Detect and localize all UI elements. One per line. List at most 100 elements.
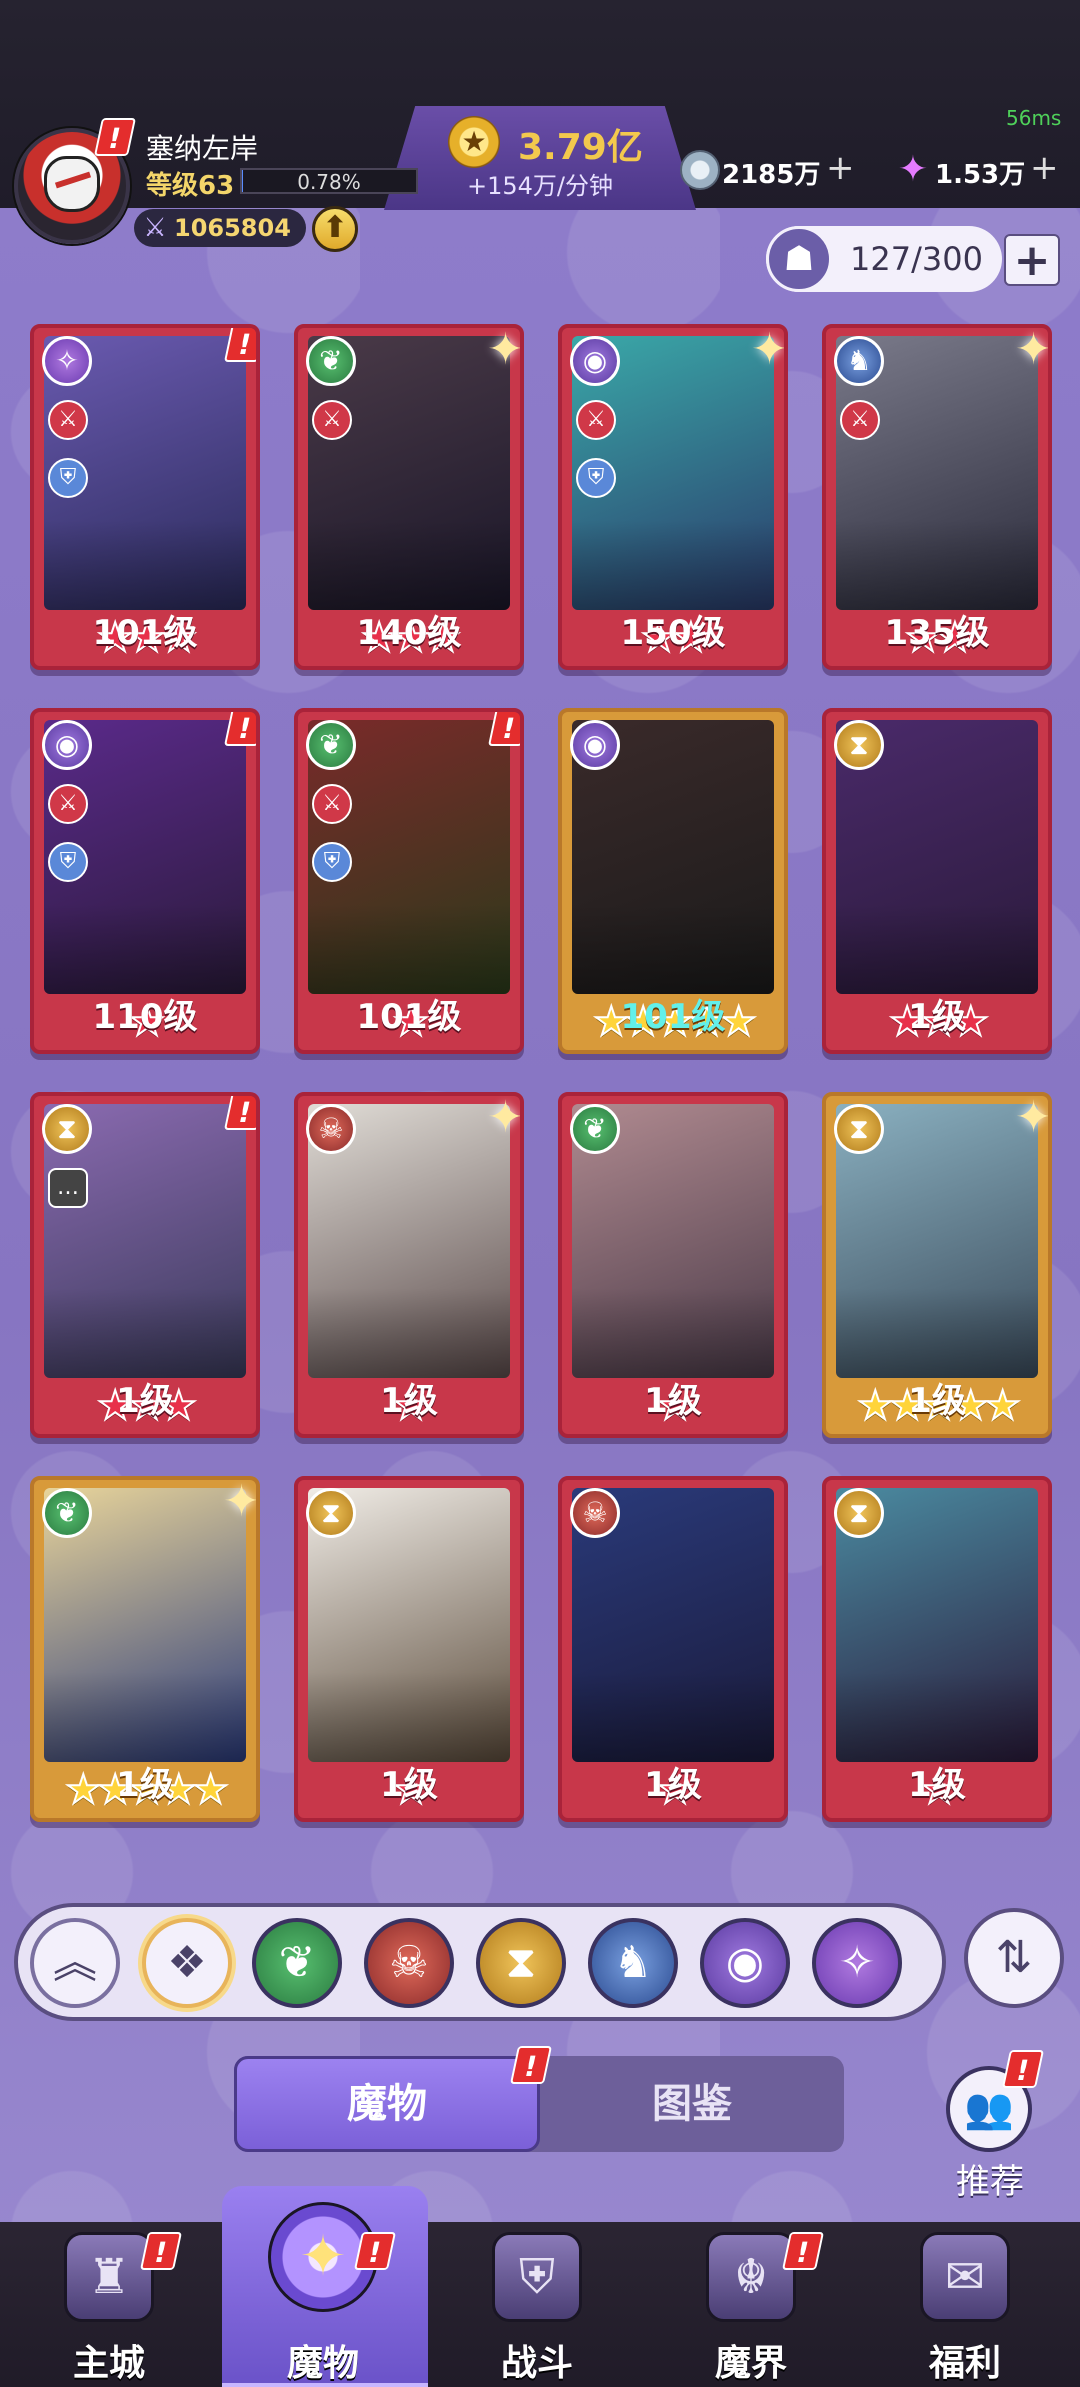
monster-card[interactable]: ◉ ⚔ ⛨ ★★ 150级 ✦ xyxy=(558,324,788,670)
attack-badge-icon: ⚔ xyxy=(576,400,616,440)
demon-element-icon: ☠ xyxy=(306,1104,356,1154)
card-alert-icon: ! xyxy=(223,328,256,362)
monster-card[interactable]: ◉ ⚔ ⛨ ★ 110级! xyxy=(30,708,260,1054)
nav-label: 战斗 xyxy=(500,2343,573,2384)
crystal-value: 2185万 xyxy=(722,160,821,190)
monster-level: 1级 xyxy=(908,997,966,1037)
card-alert-icon: ! xyxy=(223,712,256,746)
power-up-button[interactable]: ⬆ xyxy=(312,206,358,252)
collapse-button[interactable]: ︽ xyxy=(30,1918,120,2008)
gold-rate: +154万/分钟 xyxy=(466,172,613,200)
crystal-add-button[interactable]: + xyxy=(826,151,855,185)
attack-badge-icon: ⚔ xyxy=(312,400,352,440)
monster-card[interactable]: ☠ ★ 1级 ✦ xyxy=(294,1092,524,1438)
demon-element-icon[interactable]: ☠ xyxy=(364,1918,454,2008)
tab-codex[interactable]: 图鉴 xyxy=(540,2056,844,2152)
nav-item[interactable]: ☬ 魔界! xyxy=(656,2222,846,2387)
monster-card[interactable]: ❦ ⚔ ⛨ ★ 101级! xyxy=(294,708,524,1054)
defense-badge-icon: ⛨ xyxy=(312,842,352,882)
leaf-element-icon: ❦ xyxy=(306,336,356,386)
monster-card[interactable]: ⧗… ★★★ 1级! xyxy=(30,1092,260,1438)
monster-card[interactable]: ❦ ★★★★★ 1级 ✦ xyxy=(30,1476,260,1822)
leaf-element-icon: ❦ xyxy=(570,1104,620,1154)
arrow-up-icon: ⬆ xyxy=(322,210,348,245)
player-level: 等级63 xyxy=(146,171,235,201)
nav-label: 福利 xyxy=(928,2343,1001,2384)
nav-label: 魔界 xyxy=(714,2343,787,2384)
monster-card[interactable]: ⧗ ★★★ 1级 xyxy=(822,708,1052,1054)
capacity-add-button[interactable]: + xyxy=(1004,234,1060,286)
sparkle-icon: ✦ xyxy=(223,1476,260,1527)
sand-element-icon[interactable]: ⧗ xyxy=(476,1918,566,2008)
gem-add-button[interactable]: + xyxy=(1030,151,1059,185)
defense-badge-icon: ⛨ xyxy=(48,842,88,882)
monster-card[interactable]: ❦ ⚔ ★★★ 140级 ✦ xyxy=(294,324,524,670)
monster-card[interactable]: ⧗ ★★★★★ 1级 ✦ xyxy=(822,1092,1052,1438)
monster-level: 1级 xyxy=(644,1765,702,1805)
defense-badge-icon: ⛨ xyxy=(48,458,88,498)
monster-level: 150级 xyxy=(620,613,726,653)
monster-card[interactable]: ✧ ⚔ ⛨ ★★★ 101级! xyxy=(30,324,260,670)
sparkle-icon: ✦ xyxy=(1015,1092,1052,1143)
monster-level: 110级 xyxy=(92,997,198,1037)
eye-element-icon: ◉ xyxy=(570,720,620,770)
gem-icon: ✦ xyxy=(897,149,929,190)
monster-card[interactable]: ⧗ ★ 1级 xyxy=(294,1476,524,1822)
filter-all-button[interactable]: ❖ xyxy=(142,1918,232,2008)
nav-item[interactable]: ✦ 魔物! xyxy=(228,2202,418,2387)
monster-level: 1级 xyxy=(644,1381,702,1421)
leaf-element-icon[interactable]: ❦ xyxy=(252,1918,342,2008)
demon-element-icon: ☠ xyxy=(570,1488,620,1538)
eye-element-icon: ◉ xyxy=(570,336,620,386)
gold-value: 3.79亿 xyxy=(518,127,643,168)
monster-card[interactable]: ❦ ★ 1级 xyxy=(558,1092,788,1438)
monster-level: 101级 xyxy=(620,997,726,1037)
power-value: 1065804 xyxy=(174,214,291,242)
nav-alert-icon: ! xyxy=(139,2232,183,2270)
nav-alert-icon: ! xyxy=(353,2232,397,2270)
attack-badge-icon: ⚔ xyxy=(48,400,88,440)
monster-level: 1级 xyxy=(908,1381,966,1421)
dragon-element-icon[interactable]: ♞ xyxy=(588,1918,678,2008)
monster-level: 1级 xyxy=(116,1765,174,1805)
exp-bar: 0.78% xyxy=(240,168,418,194)
leaf-element-icon: ❦ xyxy=(42,1488,92,1538)
monster-card[interactable]: ♞ ⚔ ★★ 135级 ✦ xyxy=(822,324,1052,670)
nav-item[interactable]: ✉ 福利 xyxy=(870,2222,1060,2387)
nav-item[interactable]: ♜ 主城! xyxy=(14,2222,204,2387)
recommend-label: 推荐 xyxy=(956,2162,1024,2202)
all-diamond-icon: ❖ xyxy=(167,1937,207,1988)
chevron-double-up-icon: ︽ xyxy=(53,1937,97,1988)
monster-level: 1级 xyxy=(380,1765,438,1805)
monster-card[interactable]: ◉ ★★★★★ 101级 xyxy=(558,708,788,1054)
monster-card[interactable]: ☠ ★ 1级 xyxy=(558,1476,788,1822)
monster-level: 135级 xyxy=(884,613,990,653)
tab-monster[interactable]: 魔物 xyxy=(234,2056,540,2152)
sand-element-icon: ⧗ xyxy=(834,1488,884,1538)
monster-head-icon: ☗ xyxy=(766,226,832,292)
void-element-icon: ✧ xyxy=(42,336,92,386)
eye-element-icon[interactable]: ◉ xyxy=(700,1918,790,2008)
monster-level: 1级 xyxy=(380,1381,438,1421)
card-alert-icon: ! xyxy=(223,1096,256,1130)
void-element-icon[interactable]: ✧ xyxy=(812,1918,902,2008)
capacity-text: 127/300 xyxy=(850,240,983,278)
monster-level: 1级 xyxy=(116,1381,174,1421)
sort-button[interactable]: ⇅ xyxy=(964,1908,1064,2008)
sparkle-icon: ✦ xyxy=(751,324,788,375)
sparkle-icon: ✦ xyxy=(487,1092,524,1143)
sand-element-icon: ⧗ xyxy=(42,1104,92,1154)
nav-item[interactable]: ⛨ 战斗 xyxy=(442,2222,632,2387)
dragon-element-icon: ♞ xyxy=(834,336,884,386)
sword-icon: ⚔ xyxy=(143,213,167,243)
sparkle-icon: ✦ xyxy=(1015,324,1052,375)
sparkle-icon: ✦ xyxy=(487,324,524,375)
gift-chest-icon: ✉ xyxy=(920,2232,1010,2322)
demon-realm-icon: ☬ xyxy=(706,2232,796,2322)
monster-card[interactable]: ⧗ ★ 1级 xyxy=(822,1476,1052,1822)
sword-shield-icon: ⛨ xyxy=(492,2232,582,2322)
card-alert-icon: ! xyxy=(487,712,520,746)
sand-element-icon: ⧗ xyxy=(834,1104,884,1154)
defense-badge-icon: ⛨ xyxy=(576,458,616,498)
attack-badge-icon: ⚔ xyxy=(840,400,880,440)
